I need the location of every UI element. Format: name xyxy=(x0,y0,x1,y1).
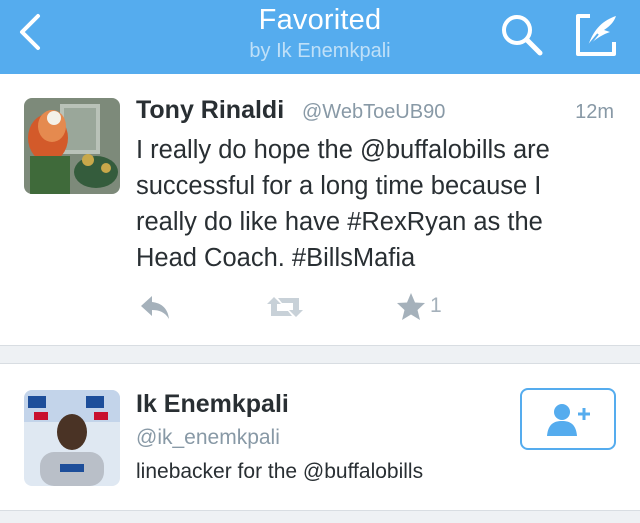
navigation-bar: Favorited by Ik Enemkpali xyxy=(0,0,640,74)
reply-button[interactable] xyxy=(138,292,172,324)
tweet-card[interactable]: Tony Rinaldi @WebToeUB90 12m I really do… xyxy=(0,74,640,346)
star-icon xyxy=(397,293,425,320)
retweet-icon xyxy=(267,297,303,317)
follow-button[interactable] xyxy=(520,388,616,450)
tweet-text-line: I really do hope the @buffalobills are xyxy=(136,136,550,164)
add-user-icon xyxy=(547,404,590,436)
avatar[interactable] xyxy=(24,390,120,486)
tweet-text-line: really do like have #RexRyan as the xyxy=(136,208,543,236)
search-button[interactable] xyxy=(499,12,545,58)
tweet-timestamp: 12m xyxy=(575,101,614,123)
search-icon xyxy=(502,15,543,56)
retweet-button[interactable] xyxy=(266,292,304,324)
user-handle[interactable]: @ik_enemkpali xyxy=(136,426,280,450)
tweet-author-handle[interactable]: @WebToeUB90 xyxy=(302,101,445,124)
favorite-button[interactable]: 1 xyxy=(396,292,456,324)
avatar[interactable] xyxy=(24,98,120,194)
favorite-count: 1 xyxy=(430,294,442,317)
tweet-author-name[interactable]: Tony Rinaldi xyxy=(136,96,284,125)
tweet-text-line: Head Coach. #BillsMafia xyxy=(136,244,416,272)
tweet-text-line: successful for a long time because I xyxy=(136,172,542,200)
user-bio: linebacker for the @buffalobills xyxy=(136,460,424,483)
compose-quill-icon xyxy=(576,14,616,56)
reply-icon xyxy=(141,296,169,319)
compose-button[interactable] xyxy=(574,12,620,58)
tweet-text: I really do hope the @buffalobills are s… xyxy=(136,132,616,276)
user-name[interactable]: Ik Enemkpali xyxy=(136,390,289,419)
user-card[interactable]: Ik Enemkpali @ik_enemkpali linebacker fo… xyxy=(0,363,640,511)
